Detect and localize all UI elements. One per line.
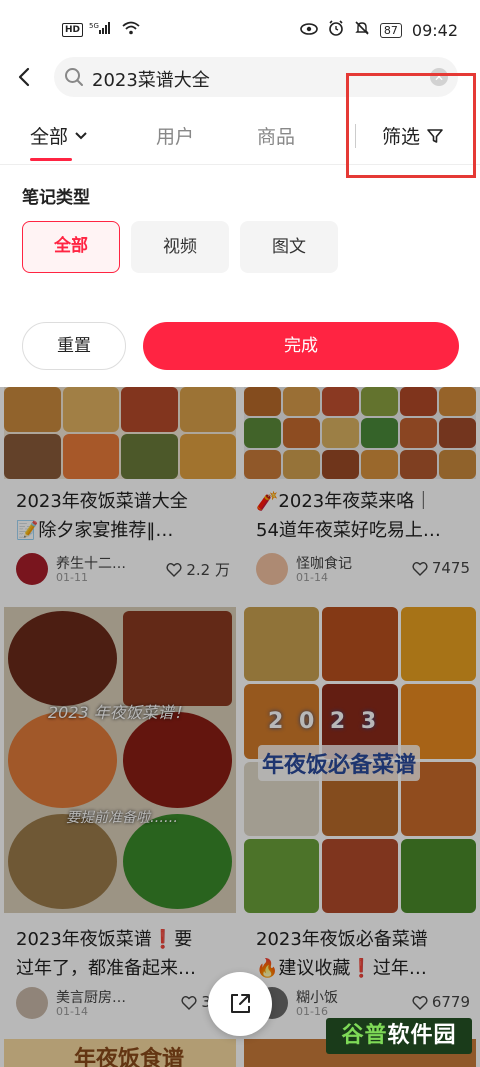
note-type-title: 笔记类型 [22,188,90,208]
watermark-logo: 谷普软件园 [326,1018,472,1054]
status-left: HD 5G [62,20,141,39]
chevron-down-icon [75,131,87,139]
tab-label: 全部 [30,126,69,148]
watermark-text: 谷普 [341,1023,388,1048]
done-button[interactable]: 完成 [143,322,459,370]
share-icon [231,994,250,1013]
highlight-box [346,73,476,178]
status-bar: HD 5G 87 09:42 [0,0,480,58]
reset-button[interactable]: 重置 [22,322,126,370]
wifi-icon [121,20,141,39]
active-tab-indicator [30,158,72,161]
alarm-icon [328,20,344,40]
battery-indicator: 87 [379,22,402,38]
chip-all[interactable]: 全部 [22,221,120,273]
signal-icon: 5G [89,20,115,39]
tab-all[interactable]: 全部 [30,122,88,149]
filter-panel: 笔记类型 全部 视频 图文 重置 完成 [0,165,480,387]
chip-image-text[interactable]: 图文 [240,221,338,273]
tab-users[interactable]: 用户 [156,122,194,149]
search-query: 2023菜谱大全 [92,70,210,91]
back-button[interactable] [14,66,36,88]
mute-icon [354,20,370,40]
eye-comfort-icon [300,21,318,39]
dim-overlay[interactable] [0,387,480,1067]
hd-badge: HD [62,22,84,37]
network-label: 5G [89,22,99,30]
share-button[interactable] [208,972,272,1036]
status-right: 87 09:42 [300,20,458,40]
clock: 09:42 [411,20,458,40]
tab-products[interactable]: 商品 [257,122,295,149]
chevron-left-icon [18,67,30,87]
watermark-text: 软件园 [387,1023,457,1048]
chip-video[interactable]: 视频 [131,221,229,273]
search-icon [64,67,84,91]
